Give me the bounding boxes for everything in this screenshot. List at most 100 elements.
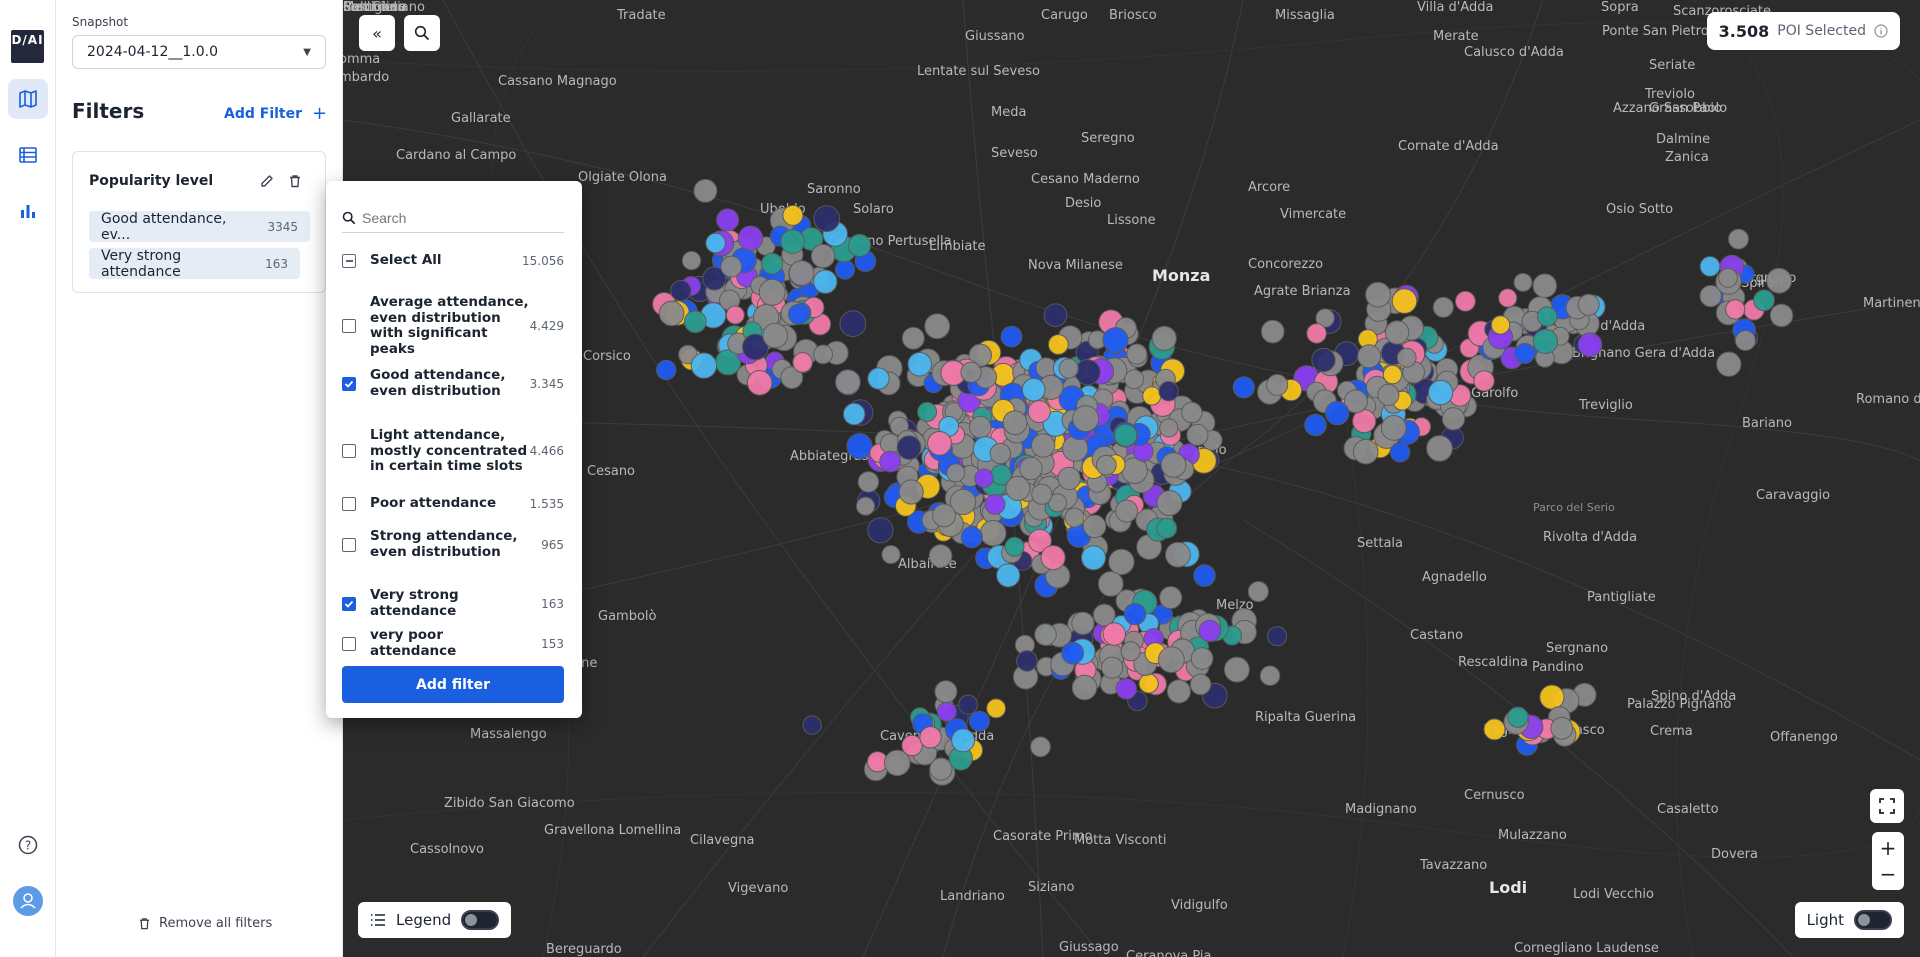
table-view-button[interactable] xyxy=(8,135,48,175)
poi-marker[interactable] xyxy=(1507,706,1529,728)
poi-marker[interactable] xyxy=(1047,334,1069,355)
poi-marker[interactable] xyxy=(1267,626,1288,647)
poi-marker[interactable] xyxy=(1513,272,1533,292)
poi-marker[interactable] xyxy=(984,494,1006,515)
poi-marker[interactable] xyxy=(1193,564,1216,587)
poi-marker[interactable] xyxy=(1734,330,1756,351)
poi-marker[interactable] xyxy=(1115,499,1139,523)
poi-marker[interactable] xyxy=(867,367,890,390)
poi-marker[interactable] xyxy=(1389,442,1411,463)
light-switch[interactable] xyxy=(1854,910,1892,930)
fullscreen-button[interactable] xyxy=(1870,789,1904,823)
poi-marker[interactable] xyxy=(1766,267,1793,294)
poi-marker[interactable] xyxy=(1427,379,1454,406)
poi-marker[interactable] xyxy=(802,715,822,735)
poi-marker[interactable] xyxy=(1123,602,1147,626)
poi-marker[interactable] xyxy=(1266,373,1289,396)
user-avatar-button[interactable] xyxy=(8,881,48,921)
filter-chip[interactable]: Very strong attendance 163 xyxy=(89,248,300,280)
poi-marker[interactable] xyxy=(1311,347,1336,373)
poi-marker[interactable] xyxy=(1095,454,1117,476)
poi-marker[interactable] xyxy=(737,225,764,251)
poi-marker[interactable] xyxy=(932,503,956,528)
poi-marker[interactable] xyxy=(1181,401,1203,424)
poi-marker[interactable] xyxy=(969,415,992,439)
poi-marker[interactable] xyxy=(847,233,872,257)
collapse-panel-button[interactable]: « xyxy=(359,15,395,51)
poi-marker[interactable] xyxy=(1082,514,1107,539)
poi-marker[interactable] xyxy=(839,310,867,338)
poi-marker[interactable] xyxy=(1102,622,1126,646)
poi-marker[interactable] xyxy=(1190,647,1214,670)
legend-toggle[interactable]: Legend xyxy=(358,902,512,938)
poi-marker[interactable] xyxy=(761,252,784,275)
poi-marker[interactable] xyxy=(683,310,707,334)
poi-marker[interactable] xyxy=(1102,327,1129,353)
poi-marker[interactable] xyxy=(746,370,773,396)
poi-marker[interactable] xyxy=(705,232,726,254)
poi-marker[interactable] xyxy=(1718,267,1738,288)
poi-marker[interactable] xyxy=(1072,405,1100,433)
poi-marker[interactable] xyxy=(1577,332,1603,358)
map-search-button[interactable] xyxy=(404,15,440,51)
poi-marker[interactable] xyxy=(1514,342,1536,364)
poi-marker[interactable] xyxy=(1426,435,1453,462)
info-icon[interactable] xyxy=(1874,24,1888,38)
poi-marker[interactable] xyxy=(1223,656,1250,683)
poi-marker[interactable] xyxy=(969,710,990,732)
analytics-view-button[interactable] xyxy=(8,191,48,231)
poi-marker[interactable] xyxy=(690,352,718,379)
poi-marker[interactable] xyxy=(1699,256,1721,277)
poi-marker[interactable] xyxy=(1005,475,1031,501)
poi-marker[interactable] xyxy=(1380,415,1407,441)
checkbox[interactable] xyxy=(342,319,356,333)
poi-marker[interactable] xyxy=(958,694,979,715)
poi-marker[interactable] xyxy=(924,313,951,340)
poi-marker[interactable] xyxy=(1156,517,1178,539)
poi-marker[interactable] xyxy=(1532,273,1558,299)
poi-marker[interactable] xyxy=(1040,545,1066,571)
poi-marker[interactable] xyxy=(946,463,966,483)
poi-marker[interactable] xyxy=(1158,646,1185,674)
poi-marker[interactable] xyxy=(1043,303,1068,328)
poi-marker[interactable] xyxy=(670,280,692,302)
poi-marker[interactable] xyxy=(879,450,902,473)
poi-marker[interactable] xyxy=(1156,490,1183,516)
poi-marker[interactable] xyxy=(989,442,1011,465)
dropdown-search-input[interactable] xyxy=(362,209,552,226)
poi-marker[interactable] xyxy=(1030,433,1056,458)
poi-marker[interactable] xyxy=(1114,423,1138,447)
poi-marker[interactable] xyxy=(835,369,861,396)
poi-marker[interactable] xyxy=(1498,288,1518,308)
poi-marker[interactable] xyxy=(1004,536,1025,557)
poi-marker[interactable] xyxy=(960,526,983,549)
poi-marker[interactable] xyxy=(881,545,901,565)
select-all-checkbox[interactable] xyxy=(342,253,356,268)
poi-marker[interactable] xyxy=(986,698,1007,719)
poi-marker[interactable] xyxy=(813,269,838,294)
poi-marker[interactable] xyxy=(1027,400,1051,424)
poi-marker[interactable] xyxy=(1158,381,1179,402)
poi-marker[interactable] xyxy=(1483,718,1506,741)
poi-marker[interactable] xyxy=(656,359,677,381)
poi-marker[interactable] xyxy=(1377,383,1400,406)
checkbox[interactable] xyxy=(342,537,356,552)
poi-marker[interactable] xyxy=(867,517,894,544)
poi-marker[interactable] xyxy=(1021,377,1046,402)
poi-marker[interactable] xyxy=(1159,418,1179,438)
filter-option[interactable]: Poor attendance 1.535 xyxy=(342,495,564,512)
poi-marker[interactable] xyxy=(658,300,685,327)
add-filter-button[interactable]: Add Filter + xyxy=(224,103,327,124)
poi-marker[interactable] xyxy=(1108,548,1135,576)
poi-marker[interactable] xyxy=(974,468,994,488)
poi-marker[interactable] xyxy=(919,726,942,749)
poi-marker[interactable] xyxy=(907,351,933,377)
poi-marker[interactable] xyxy=(1577,293,1600,316)
poi-marker[interactable] xyxy=(1062,435,1089,462)
poi-marker[interactable] xyxy=(792,352,813,373)
poi-marker[interactable] xyxy=(898,479,924,505)
poi-marker[interactable] xyxy=(1357,344,1382,369)
poi-marker[interactable] xyxy=(758,278,786,306)
filter-option[interactable]: Average attendance, even distribution wi… xyxy=(342,294,564,357)
remove-all-filters-button[interactable]: Remove all filters xyxy=(138,916,272,931)
